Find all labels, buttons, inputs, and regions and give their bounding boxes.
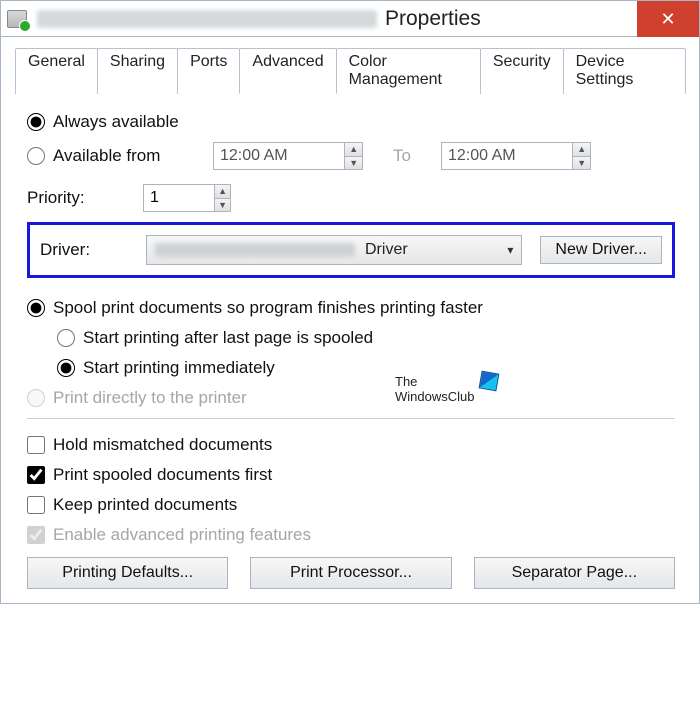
- spool-main-row: Spool print documents so program finishe…: [27, 298, 675, 318]
- separator-1: [27, 418, 675, 419]
- hold-mismatched-row: Hold mismatched documents: [27, 435, 675, 455]
- properties-window: Properties ✕ General Sharing Ports Advan…: [0, 0, 700, 604]
- enable-advanced-label: Enable advanced printing features: [53, 525, 311, 545]
- printing-defaults-button[interactable]: Printing Defaults...: [27, 557, 228, 589]
- printer-icon: [7, 10, 27, 28]
- always-available-radio[interactable]: [27, 113, 45, 131]
- spooled-first-checkbox[interactable]: [27, 466, 45, 484]
- spool-after-last-row: Start printing after last page is spoole…: [57, 328, 675, 348]
- tab-ports[interactable]: Ports: [177, 48, 240, 94]
- start-after-last-label: Start printing after last page is spoole…: [83, 328, 373, 348]
- keep-printed-label: Keep printed documents: [53, 495, 237, 515]
- print-direct-radio: [27, 389, 45, 407]
- window-title-suffix: Properties: [385, 7, 481, 31]
- start-immediately-radio[interactable]: [57, 359, 75, 377]
- priority-input[interactable]: [144, 185, 214, 211]
- available-from-time[interactable]: ▲▼: [213, 142, 363, 170]
- watermark-line2: WindowsClub: [395, 389, 474, 404]
- spooled-first-row: Print spooled documents first: [27, 465, 675, 485]
- priority-spinner-buttons[interactable]: ▲▼: [214, 185, 230, 211]
- driver-highlight-box: Driver: Driver ▾ New Driver...: [27, 222, 675, 278]
- start-immediately-label: Start printing immediately: [83, 358, 275, 378]
- tab-color-management[interactable]: Color Management: [336, 48, 481, 94]
- watermark-line1: The: [395, 374, 474, 389]
- priority-row: Priority: ▲▼: [27, 184, 675, 212]
- titlebar: Properties ✕: [1, 1, 699, 37]
- windows-icon: [479, 371, 500, 392]
- to-time-input[interactable]: [442, 143, 572, 169]
- spool-documents-label: Spool print documents so program finishe…: [53, 298, 483, 318]
- client-area: General Sharing Ports Advanced Color Man…: [1, 37, 699, 603]
- close-icon: ✕: [660, 9, 675, 30]
- keep-printed-row: Keep printed documents: [27, 495, 675, 515]
- tab-advanced[interactable]: Advanced: [239, 48, 336, 94]
- driver-combo-suffix: Driver: [365, 241, 503, 259]
- from-time-input[interactable]: [214, 143, 344, 169]
- keep-printed-checkbox[interactable]: [27, 496, 45, 514]
- available-from-label: Available from: [53, 146, 213, 166]
- driver-label: Driver:: [40, 240, 128, 260]
- close-button[interactable]: ✕: [637, 1, 699, 37]
- title-blur-prefix: [37, 10, 377, 28]
- enable-adv-row: Enable advanced printing features: [27, 525, 675, 545]
- driver-name-blur: [155, 243, 355, 257]
- tab-strip: General Sharing Ports Advanced Color Man…: [15, 47, 685, 94]
- spool-documents-radio[interactable]: [27, 299, 45, 317]
- spool-immediately-row: Start printing immediately: [57, 358, 675, 378]
- tab-device-settings[interactable]: Device Settings: [563, 48, 686, 94]
- driver-combobox[interactable]: Driver ▾: [146, 235, 522, 265]
- new-driver-button[interactable]: New Driver...: [540, 236, 662, 264]
- hold-mismatched-checkbox[interactable]: [27, 436, 45, 454]
- tab-security[interactable]: Security: [480, 48, 564, 94]
- from-time-spinner[interactable]: ▲▼: [344, 143, 362, 169]
- chevron-down-icon: ▾: [503, 243, 517, 257]
- available-from-radio[interactable]: [27, 147, 45, 165]
- print-processor-button[interactable]: Print Processor...: [250, 557, 451, 589]
- bottom-buttons: Printing Defaults... Print Processor... …: [27, 557, 675, 589]
- print-direct-label: Print directly to the printer: [53, 388, 247, 408]
- start-after-last-radio[interactable]: [57, 329, 75, 347]
- always-available-label: Always available: [53, 112, 179, 132]
- print-direct-row: Print directly to the printer: [27, 388, 675, 408]
- watermark: The WindowsClub: [395, 372, 498, 404]
- advanced-panel: Always available Available from ▲▼ To ▲▼…: [15, 94, 685, 589]
- available-to-time[interactable]: ▲▼: [441, 142, 591, 170]
- to-time-spinner[interactable]: ▲▼: [572, 143, 590, 169]
- availability-from-row: Available from ▲▼ To ▲▼: [27, 142, 675, 170]
- enable-advanced-checkbox: [27, 526, 45, 544]
- tab-general[interactable]: General: [15, 48, 98, 94]
- separator-page-button[interactable]: Separator Page...: [474, 557, 675, 589]
- to-label: To: [393, 146, 411, 166]
- priority-spinner[interactable]: ▲▼: [143, 184, 231, 212]
- tab-sharing[interactable]: Sharing: [97, 48, 178, 94]
- spooled-first-label: Print spooled documents first: [53, 465, 272, 485]
- availability-always-row: Always available: [27, 112, 675, 132]
- hold-mismatched-label: Hold mismatched documents: [53, 435, 272, 455]
- priority-label: Priority:: [27, 188, 143, 208]
